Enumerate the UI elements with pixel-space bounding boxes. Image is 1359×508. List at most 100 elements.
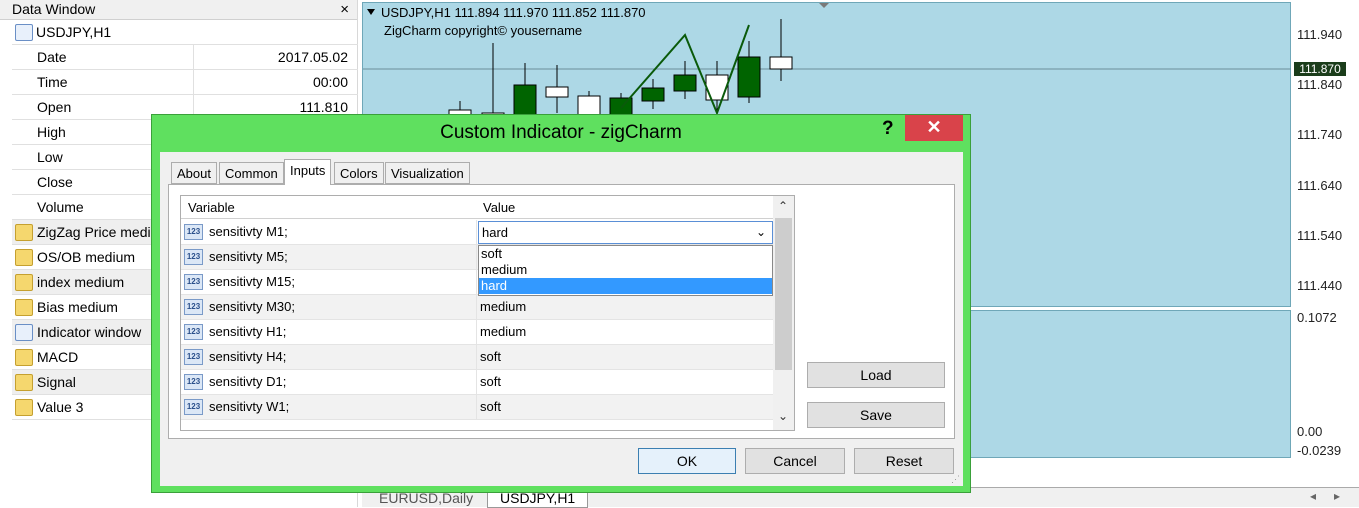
tab-about[interactable]: About <box>171 162 217 184</box>
cancel-button[interactable]: Cancel <box>745 448 845 474</box>
chevron-down-icon[interactable]: ⌄ <box>756 222 766 243</box>
input-row[interactable]: 123 sensitivty H4; soft <box>181 345 773 370</box>
indicator-label: Signal <box>37 374 76 390</box>
inputs-grid: Variable Value 123 sensitivty M1; 123 sens… <box>180 195 795 431</box>
collapse-icon <box>367 9 375 15</box>
load-button[interactable]: Load <box>807 362 945 388</box>
input-name: sensitivty M15; <box>209 274 295 289</box>
candle <box>769 56 793 70</box>
function-icon <box>15 349 33 366</box>
function-icon <box>15 399 33 416</box>
help-icon[interactable]: ? <box>882 118 894 140</box>
data-window-titlebar: Data Window × <box>0 0 357 20</box>
scroll-down-icon[interactable]: ⌄ <box>778 409 788 423</box>
input-name: sensitivty M5; <box>209 249 288 264</box>
input-value[interactable]: soft <box>480 395 501 419</box>
price-tick: 111.940 <box>1297 27 1343 42</box>
save-button[interactable]: Save <box>807 402 945 428</box>
dialog-close-button[interactable]: ✕ <box>905 115 963 141</box>
data-row-time: Time 00:00 <box>12 70 358 95</box>
input-name: sensitivty W1; <box>209 399 290 414</box>
input-row[interactable]: 123 sensitivty M30; medium <box>181 295 773 320</box>
window-icon <box>15 324 33 341</box>
tab-colors[interactable]: Colors <box>334 162 384 184</box>
candle <box>545 86 569 98</box>
dropdown-option-hard[interactable]: hard <box>479 278 772 294</box>
price-tick: 111.540 <box>1297 228 1343 243</box>
sub-tick: 0.00 <box>1297 424 1323 439</box>
dialog-body: About Common Inputs Colors Visualization… <box>160 152 963 486</box>
chart-indicator-label: ZigCharm copyright© yousername <box>384 23 583 38</box>
ok-button[interactable]: OK <box>638 448 736 474</box>
tab-inputs[interactable]: Inputs <box>284 159 332 185</box>
input-value[interactable]: medium <box>480 295 526 319</box>
window-icon <box>15 24 33 41</box>
input-name: sensitivty M1; <box>209 224 288 239</box>
reset-button[interactable]: Reset <box>854 448 954 474</box>
indicator-label: OS/OB medium <box>37 249 136 265</box>
resize-grip-icon[interactable]: ⋰ <box>951 474 960 485</box>
row-label: Date <box>37 49 67 65</box>
custom-indicator-dialog: Custom Indicator - zigCharm ? ✕ About Co… <box>151 114 971 493</box>
row-value: 00:00 <box>312 74 348 90</box>
scroll-left-icon[interactable]: ◂ <box>1310 489 1316 503</box>
price-tick: 111.440 <box>1297 278 1343 293</box>
price-tick: 111.640 <box>1297 178 1343 193</box>
row-value: 2017.05.02 <box>277 49 348 65</box>
input-row[interactable]: 123 sensitivty H1; medium <box>181 320 773 345</box>
grid-scrollbar[interactable]: ⌃ ⌄ <box>773 196 794 430</box>
column-header-variable[interactable]: Variable <box>188 196 235 220</box>
input-name: sensitivty D1; <box>209 374 287 389</box>
candle <box>737 56 761 98</box>
column-header-value[interactable]: Value <box>483 196 515 220</box>
row-label: High <box>37 124 66 140</box>
dialog-title: Custom Indicator - zigCharm <box>440 122 682 143</box>
row-label: Close <box>37 174 73 190</box>
input-name: sensitivty M30; <box>209 299 295 314</box>
value-dropdown[interactable]: hard ⌄ <box>478 221 773 244</box>
input-value[interactable]: soft <box>480 345 501 369</box>
scrollbar-thumb[interactable] <box>775 218 792 370</box>
candle <box>577 95 601 117</box>
integer-icon: 123 <box>184 299 203 315</box>
data-window-symbol: USDJPY,H1 <box>36 24 112 40</box>
input-row[interactable]: 123 sensitivty D1; soft <box>181 370 773 395</box>
scroll-right-icon[interactable]: ▸ <box>1334 489 1340 503</box>
indicator-label: index medium <box>37 274 125 290</box>
scroll-up-icon[interactable]: ⌃ <box>778 199 788 213</box>
function-icon <box>15 249 33 266</box>
chart-symbol-header: USDJPY,H1 111.894 111.970 111.852 111.87… <box>381 5 646 20</box>
row-label: Low <box>37 149 63 165</box>
integer-icon: 123 <box>184 249 203 265</box>
dropdown-list: soft medium hard <box>478 245 773 296</box>
integer-icon: 123 <box>184 224 203 240</box>
dropdown-option-soft[interactable]: soft <box>479 246 772 262</box>
close-icon[interactable]: × <box>340 0 349 19</box>
function-icon <box>15 374 33 391</box>
row-label: Open <box>37 99 72 115</box>
price-tick: 111.840 <box>1297 77 1343 92</box>
sub-tick: -0.0239 <box>1297 443 1342 458</box>
grid-header: Variable Value <box>181 196 773 219</box>
input-name: sensitivty H4; <box>209 349 287 364</box>
indicator-label: Bias medium <box>37 299 118 315</box>
row-label: Time <box>37 74 68 90</box>
function-icon <box>15 224 33 241</box>
integer-icon: 123 <box>184 324 203 340</box>
candle <box>641 87 665 102</box>
tab-common[interactable]: Common <box>219 162 284 184</box>
current-price-label: 111.870 <box>1294 62 1346 76</box>
tab-visualization[interactable]: Visualization <box>385 162 470 184</box>
data-window-title: Data Window <box>12 1 96 17</box>
input-value[interactable]: soft <box>480 370 501 394</box>
indicator-label: Value 3 <box>37 399 84 415</box>
data-window-symbol-row: USDJPY,H1 <box>12 20 358 45</box>
dropdown-option-medium[interactable]: medium <box>479 262 772 278</box>
input-value[interactable]: medium <box>480 320 526 344</box>
data-row-date: Date 2017.05.02 <box>12 45 358 70</box>
input-row[interactable]: 123 sensitivty W1; soft <box>181 395 773 420</box>
input-name: sensitivty H1; <box>209 324 287 339</box>
integer-icon: 123 <box>184 374 203 390</box>
integer-icon: 123 <box>184 399 203 415</box>
indicator-label: Indicator window <box>37 324 142 340</box>
